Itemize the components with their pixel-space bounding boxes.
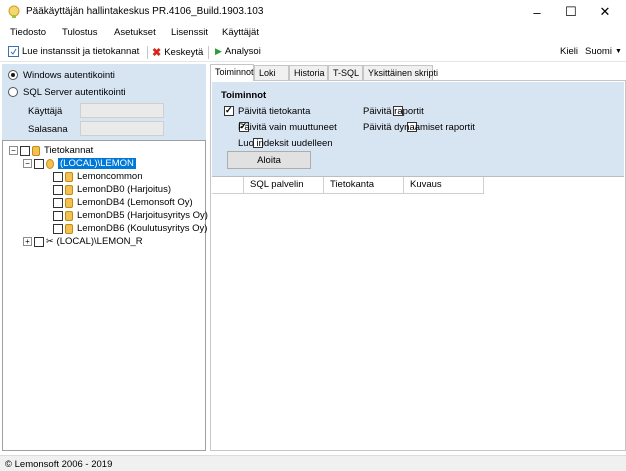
password-field[interactable] [80,121,164,136]
windows-auth-label: Windows autentikointi [23,70,115,81]
cancel-button[interactable]: ✖ Keskeytä [152,46,203,59]
user-label: Käyttäjä [28,106,63,117]
language-value: Suomi [585,46,612,57]
rebuild-indexes-label: Luo indeksit uudelleen [238,138,333,149]
tree-checkbox[interactable] [53,210,63,221]
tab-toiminnot[interactable]: Toiminnot [210,64,254,81]
toolbar-separator [208,46,209,59]
menu-kayttajat[interactable]: Käyttäjät [222,27,259,38]
database-icon [32,145,40,156]
database-icon [65,197,73,208]
close-button[interactable]: ✕ [590,0,620,24]
update-changed-label: Päivitä vain muuttuneet [238,122,337,133]
tree-checkbox[interactable] [20,145,30,156]
app-icon [8,5,20,18]
tree-node-instance2[interactable]: + ✂ (LOCAL)\LEMON_R [23,236,143,247]
toolbar-separator [147,46,148,59]
language-label: Kieli [560,46,578,57]
status-bar: © Lemonsoft 2006 - 2019 [0,455,626,471]
tree-db-item[interactable]: Lemoncommon [53,171,142,182]
tree-db-item[interactable]: LemonDB6 (Koulutusyritys Oy) [53,223,207,234]
tree-db-label: LemonDB6 (Koulutusyritys Oy) [77,223,208,234]
grid-column-header[interactable]: Tietokanta [324,177,404,194]
tree-db-label: Lemoncommon [77,171,143,182]
minimize-button[interactable]: – [522,0,552,24]
analyze-button[interactable]: ▶ Analysoi [215,46,261,57]
play-icon: ▶ [215,46,222,56]
tree-node-root[interactable]: − Tietokannat [9,145,93,156]
menu-tulostus[interactable]: Tulostus [62,27,98,38]
tree-db-item[interactable]: LemonDB5 (Harjoitusyritys Oy) [53,210,208,221]
tab-strip: Toiminnot Loki Historia T-SQL Yksittäine… [210,64,626,81]
tree-db-label: LemonDB5 (Harjoitusyritys Oy) [77,210,208,221]
tree-instance1-label: (LOCAL)\LEMON [58,158,136,169]
database-icon [65,210,73,221]
cancel-icon: ✖ [152,47,162,59]
tree-checkbox[interactable] [53,171,63,182]
tree-db-label: LemonDB4 (Lemonsoft Oy) [77,197,193,208]
update-dynamic-reports-label: Päivitä dynaamiset raportit [363,122,475,133]
load-instances-button[interactable]: Lue instanssit ja tietokannat [8,46,139,57]
auth-panel: Windows autentikointi SQL Server autenti… [2,64,206,140]
load-icon [8,46,19,57]
chevron-down-icon: ▼ [614,48,622,55]
toolbar: Lue instanssit ja tietokannat ✖ Keskeytä… [0,42,626,62]
menu-bar: Tiedosto Tulostus Asetukset Lisenssit Kä… [0,24,626,42]
tab-tsql[interactable]: T-SQL [328,65,363,80]
menu-tiedosto[interactable]: Tiedosto [10,27,46,38]
tree-db-label: LemonDB0 (Harjoitus) [77,184,171,195]
start-button[interactable]: Aloita [227,151,311,169]
collapse-icon[interactable]: − [23,159,32,168]
database-icon [65,223,73,234]
load-instances-label: Lue instanssit ja tietokannat [22,46,140,57]
grid-column-header[interactable]: SQL palvelin [244,177,324,194]
tree-checkbox[interactable] [34,236,44,247]
tools-icon: ✂ [46,236,54,246]
tab-loki[interactable]: Loki [254,65,289,80]
user-field[interactable] [80,103,164,118]
database-icon [65,171,73,182]
menu-lisenssit[interactable]: Lisenssit [171,27,208,38]
grid-row-header [212,177,244,194]
collapse-icon[interactable]: − [9,146,18,155]
tab-historia[interactable]: Historia [289,65,328,80]
actions-heading: Toiminnot [221,90,267,101]
expand-icon[interactable]: + [23,237,32,246]
update-db-checkbox[interactable] [224,105,234,116]
tree-checkbox[interactable] [53,223,63,234]
tree-db-item[interactable]: LemonDB4 (Lemonsoft Oy) [53,197,193,208]
title-bar: Pääkäyttäjän hallintakeskus PR.4106_Buil… [0,0,626,24]
tree-checkbox[interactable] [34,158,44,169]
analyze-label: Analysoi [224,46,261,57]
grid-column-header[interactable]: Kuvaus [404,177,484,194]
copyright-text: © Lemonsoft 2006 - 2019 [5,459,113,470]
sql-auth-label: SQL Server autentikointi [23,87,126,98]
tree-db-item[interactable]: LemonDB0 (Harjoitus) [53,184,171,195]
tree-checkbox[interactable] [53,197,63,208]
tree-node-instance1[interactable]: − (LOCAL)\LEMON [23,158,136,169]
tab-single-script[interactable]: Yksittäinen skripti [363,65,438,80]
windows-auth-radio[interactable] [8,70,18,80]
menu-asetukset[interactable]: Asetukset [114,27,156,38]
language-dropdown[interactable]: Suomi ▼ [585,46,622,57]
sql-auth-radio[interactable] [8,87,18,97]
results-grid: SQL palvelin Tietokanta Kuvaus [212,176,624,450]
window-title: Pääkäyttäjän hallintakeskus PR.4106_Buil… [26,6,264,17]
tree-instance2-label: (LOCAL)\LEMON_R [56,236,143,247]
cancel-label: Keskeytä [164,47,204,58]
maximize-button[interactable]: ☐ [556,0,586,24]
database-tree: − Tietokannat − (LOCAL)\LEMON Lemoncommo… [2,140,208,451]
language-label-text: Kieli [560,46,578,57]
tree-checkbox[interactable] [53,184,63,195]
database-icon [65,184,73,195]
update-db-label: Päivitä tietokanta [238,106,311,117]
update-reports-label: Päivitä raportit [363,106,424,117]
server-icon [46,158,54,169]
tree-root-label: Tietokannat [44,145,94,156]
password-label: Salasana [28,124,68,135]
